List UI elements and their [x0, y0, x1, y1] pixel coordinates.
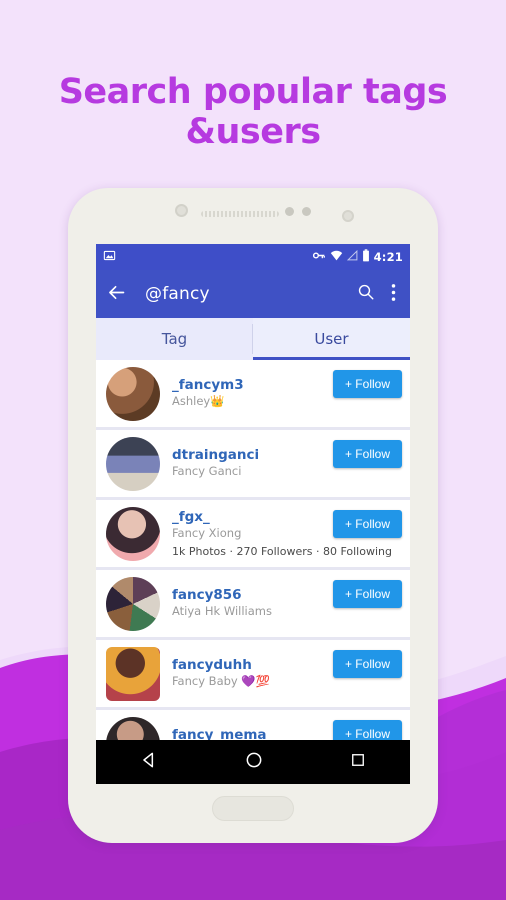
triangle-back-icon[interactable] [139, 750, 159, 774]
front-camera-icon [175, 204, 188, 217]
user-stats: 1k Photos · 270 Followers · 80 Following [172, 545, 392, 559]
square-recents-icon[interactable] [349, 751, 367, 773]
fullname: Ashley👑 [172, 394, 225, 409]
list-item-text: _fgx_ Fancy Xiong 1k Photos · 270 Follow… [172, 508, 392, 559]
list-item-text: dtrainganci Fancy Ganci [172, 447, 333, 479]
light-sensor-icon [302, 207, 311, 216]
battery-icon [362, 249, 370, 265]
follow-button[interactable]: + Follow [332, 650, 402, 678]
search-icon[interactable] [357, 283, 375, 305]
phone-mockup: 4:21 @fancy Tag User _fancym3 Ashley👑 + … [68, 188, 438, 843]
username: dtrainganci [172, 447, 260, 464]
avatar [106, 576, 160, 631]
user-results-list[interactable]: _fancym3 Ashley👑 + Follow dtrainganci Fa… [96, 360, 410, 784]
list-item-text: _fancym3 Ashley👑 [172, 377, 333, 409]
list-item[interactable]: fancyduhh Fancy Baby 💜💯 + Follow [96, 640, 410, 707]
follow-button[interactable]: + Follow [332, 580, 402, 608]
proximity-sensor-icon [285, 207, 294, 216]
username: _fgx_ [172, 508, 210, 525]
page-title: Search popular tags &users [58, 72, 448, 152]
follow-button[interactable]: + Follow [332, 370, 402, 398]
list-item-text: fancyduhh Fancy Baby 💜💯 [172, 657, 333, 689]
android-nav-bar [96, 740, 410, 784]
status-bar: 4:21 [96, 244, 410, 270]
follow-button[interactable]: + Follow [332, 510, 402, 538]
status-time: 4:21 [373, 250, 403, 264]
username: _fancym3 [172, 377, 244, 394]
list-item[interactable]: dtrainganci Fancy Ganci + Follow [96, 430, 410, 497]
circle-home-icon[interactable] [244, 750, 264, 774]
username: fancyduhh [172, 657, 252, 674]
wifi-icon [330, 250, 343, 264]
avatar [106, 646, 160, 701]
tab-tag[interactable]: Tag [96, 318, 253, 360]
tab-bar: Tag User [96, 318, 410, 360]
app-toolbar: @fancy [96, 270, 410, 318]
username: fancy856 [172, 587, 242, 604]
toolbar-actions [357, 283, 400, 306]
physical-home-button[interactable] [212, 796, 294, 821]
toolbar-title: @fancy [145, 284, 210, 304]
fullname: Atiya Hk Williams [172, 604, 272, 619]
avatar [106, 366, 160, 421]
list-item-text: fancy856 Atiya Hk Williams [172, 587, 333, 619]
more-vertical-icon[interactable] [391, 283, 396, 306]
signal-icon [346, 249, 358, 264]
avatar [106, 506, 160, 561]
status-icons-group: 4:21 [312, 249, 403, 265]
phone-screen: 4:21 @fancy Tag User _fancym3 Ashley👑 + … [96, 244, 410, 784]
arrow-back-icon[interactable] [106, 282, 127, 307]
tab-user[interactable]: User [253, 318, 410, 360]
fullname: Fancy Xiong [172, 525, 242, 540]
list-item[interactable]: fancy856 Atiya Hk Williams + Follow [96, 570, 410, 637]
follow-button[interactable]: + Follow [332, 440, 402, 468]
list-item[interactable]: _fancym3 Ashley👑 + Follow [96, 360, 410, 427]
secondary-camera-icon [342, 210, 354, 222]
fullname: Fancy Ganci [172, 464, 242, 479]
image-notification-icon [103, 249, 116, 265]
list-item[interactable]: _fgx_ Fancy Xiong 1k Photos · 270 Follow… [96, 500, 410, 567]
tab-user-label: User [314, 330, 349, 348]
avatar [106, 436, 160, 491]
key-icon [312, 250, 326, 264]
tab-tag-label: Tag [161, 330, 188, 348]
fullname: Fancy Baby 💜💯 [172, 674, 271, 689]
earpiece-speaker [201, 211, 279, 217]
phone-top-bezel [68, 188, 438, 244]
